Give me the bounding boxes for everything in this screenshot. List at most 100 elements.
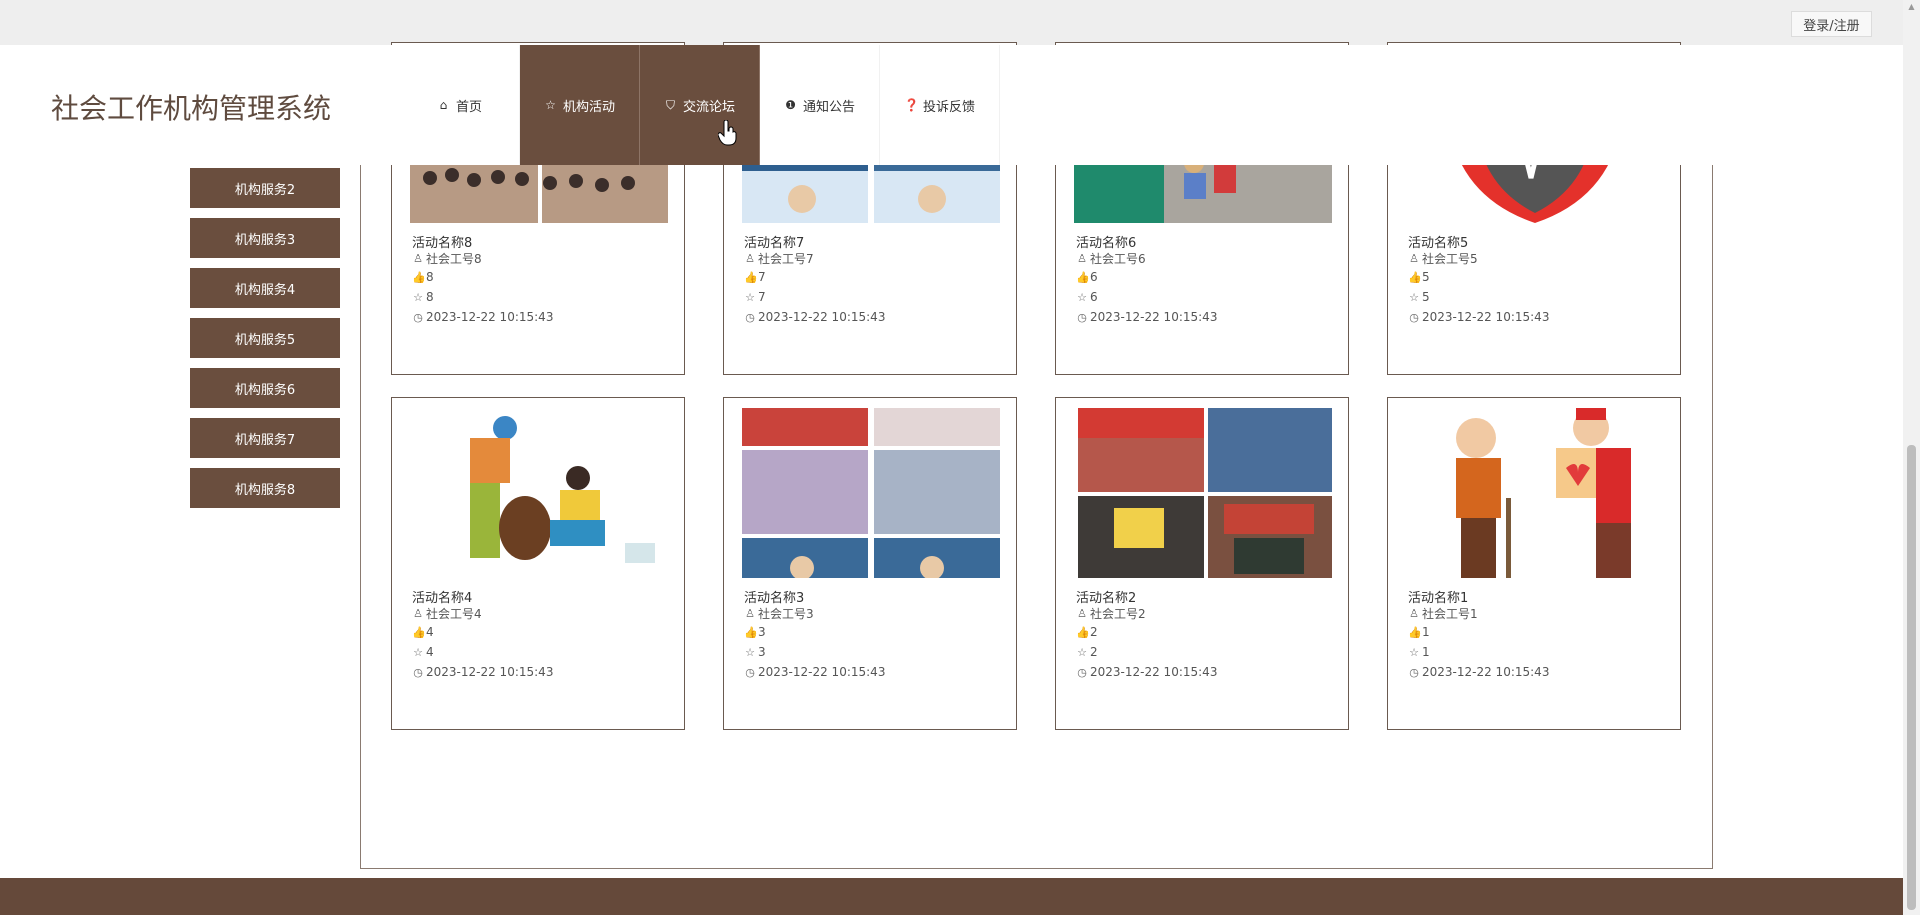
sidebar-item-service-3[interactable]: 机构服务3 [190, 218, 340, 258]
activity-name[interactable]: 活动名称3 [744, 587, 804, 606]
activity-favorites: ☆ 2 [1077, 645, 1098, 659]
thumbs-up-icon: 👍 [1076, 625, 1090, 639]
sidebar-item-service-7[interactable]: 机构服务7 [190, 418, 340, 458]
clock-icon: ◷ [413, 665, 423, 679]
main-nav: ⌂ 首页 ☆ 机构活动 ⛉ 交流论坛 ❶ 通知公告 ❓ 投诉反馈 [400, 45, 1000, 165]
clock-icon: ◷ [1077, 665, 1087, 679]
activity-time: ◷ 2023-12-22 10:15:43 [1409, 310, 1550, 324]
thumbs-up-icon: 👍 [744, 270, 758, 284]
user-icon: ♙ [1077, 607, 1087, 620]
user-icon: ♙ [413, 607, 423, 620]
scroll-up-arrow-icon[interactable]: ▲ [1907, 2, 1916, 12]
clock-icon: ◷ [745, 665, 755, 679]
activity-favorites: ☆ 3 [745, 645, 766, 659]
activity-name[interactable]: 活动名称2 [1076, 587, 1136, 606]
star-icon: ☆ [1077, 645, 1087, 659]
thumbs-up-icon: 👍 [412, 270, 426, 284]
activity-likes: 👍 2 [1076, 625, 1098, 639]
activity-time: ◷ 2023-12-22 10:15:43 [1077, 665, 1218, 679]
activity-likes: 👍 4 [412, 625, 434, 639]
page-scrollbar[interactable]: ▲ [1903, 0, 1920, 915]
user-icon: ♙ [1077, 252, 1087, 265]
clock-icon: ◷ [413, 310, 423, 324]
activity-favorites: ☆ 6 [1077, 290, 1098, 304]
user-icon: ♙ [745, 252, 755, 265]
activity-name[interactable]: 活动名称4 [412, 587, 472, 606]
activity-card[interactable]: 活动名称2 ♙ 社会工号2 👍 2 ☆ 2 ◷ 2023-12-22 10:15:43 [1055, 397, 1349, 730]
activity-panel: 活动名称8 ♙ 社会工号8 👍 8 ☆ 8 ◷ 2023-12-22 10:15:43 [360, 42, 1713, 869]
clock-icon: ◷ [1409, 665, 1419, 679]
activity-likes: 👍 6 [1076, 270, 1098, 284]
activity-name[interactable]: 活动名称7 [744, 232, 804, 251]
activity-card[interactable]: 活动名称1 ♙ 社会工号1 👍 1 ☆ 1 ◷ 2023-12-22 10:15:43 [1387, 397, 1681, 730]
thumbs-up-icon: 👍 [412, 625, 426, 639]
activity-time: ◷ 2023-12-22 10:15:43 [1077, 310, 1218, 324]
star-icon: ☆ [1409, 645, 1419, 659]
activity-favorites: ☆ 7 [745, 290, 766, 304]
thumbs-up-icon: 👍 [744, 625, 758, 639]
activity-image [1074, 408, 1332, 578]
nav-item-forum[interactable]: ⛉ 交流论坛 [640, 45, 760, 165]
site-header: 社会工作机构管理系统 ⌂ 首页 ☆ 机构活动 ⛉ 交流论坛 ❶ 通知公告 ❓ 投… [0, 45, 1903, 165]
sidebar-item-service-6[interactable]: 机构服务6 [190, 368, 340, 408]
star-icon: ☆ [545, 98, 556, 112]
activity-author: ♙ 社会工号1 [1409, 607, 1478, 621]
activity-time: ◷ 2023-12-22 10:15:43 [745, 665, 886, 679]
info-icon: ❶ [785, 98, 796, 112]
activity-author: ♙ 社会工号3 [745, 607, 814, 621]
clock-icon: ◷ [745, 310, 755, 324]
sidebar-item-service-8[interactable]: 机构服务8 [190, 468, 340, 508]
activity-author: ♙ 社会工号5 [1409, 252, 1478, 266]
activity-name[interactable]: 活动名称6 [1076, 232, 1136, 251]
activity-likes: 👍 5 [1408, 270, 1430, 284]
activity-name[interactable]: 活动名称5 [1408, 232, 1468, 251]
star-icon: ☆ [745, 645, 755, 659]
activity-favorites: ☆ 1 [1409, 645, 1430, 659]
thumbs-up-icon: 👍 [1076, 270, 1090, 284]
sidebar-item-service-2[interactable]: 机构服务2 [190, 168, 340, 208]
bag-icon: ⛉ [665, 97, 675, 112]
login-register-button[interactable]: 登录/注册 [1791, 11, 1872, 37]
activity-author: ♙ 社会工号2 [1077, 607, 1146, 621]
nav-item-activities[interactable]: ☆ 机构活动 [520, 45, 640, 165]
home-icon: ⌂ [439, 98, 448, 112]
thumbs-up-icon: 👍 [1408, 270, 1422, 284]
activity-favorites: ☆ 8 [413, 290, 434, 304]
activity-favorites: ☆ 5 [1409, 290, 1430, 304]
service-sidebar: 机构服务2 机构服务3 机构服务4 机构服务5 机构服务6 机构服务7 机构服务… [190, 168, 340, 518]
star-icon: ☆ [413, 645, 423, 659]
activity-image [1406, 408, 1664, 578]
sidebar-item-service-5[interactable]: 机构服务5 [190, 318, 340, 358]
activity-time: ◷ 2023-12-22 10:15:43 [413, 665, 554, 679]
user-icon: ♙ [1409, 607, 1419, 620]
activity-likes: 👍 7 [744, 270, 766, 284]
scrollbar-thumb[interactable] [1907, 445, 1916, 910]
activity-image [410, 408, 668, 578]
activity-likes: 👍 3 [744, 625, 766, 639]
activity-author: ♙ 社会工号6 [1077, 252, 1146, 266]
activity-time: ◷ 2023-12-22 10:15:43 [413, 310, 554, 324]
activity-author: ♙ 社会工号4 [413, 607, 482, 621]
activity-time: ◷ 2023-12-22 10:15:43 [745, 310, 886, 324]
activity-author: ♙ 社会工号8 [413, 252, 482, 266]
sidebar-item-service-4[interactable]: 机构服务4 [190, 268, 340, 308]
site-title: 社会工作机构管理系统 [51, 92, 332, 125]
nav-item-notices[interactable]: ❶ 通知公告 [760, 45, 880, 165]
nav-item-home[interactable]: ⌂ 首页 [400, 45, 520, 165]
question-icon: ❓ [903, 98, 919, 112]
top-bar: 登录/注册 [0, 0, 1903, 45]
star-icon: ☆ [1409, 290, 1419, 304]
clock-icon: ◷ [1409, 310, 1419, 324]
activity-card[interactable]: 活动名称4 ♙ 社会工号4 👍 4 ☆ 4 ◷ 2023-12-22 10:15:43 [391, 397, 685, 730]
activity-name[interactable]: 活动名称1 [1408, 587, 1468, 606]
activity-likes: 👍 8 [412, 270, 434, 284]
activity-name[interactable]: 活动名称8 [412, 232, 472, 251]
site-footer [0, 878, 1903, 915]
nav-item-feedback[interactable]: ❓ 投诉反馈 [880, 45, 1000, 165]
activity-favorites: ☆ 4 [413, 645, 434, 659]
star-icon: ☆ [745, 290, 755, 304]
thumbs-up-icon: 👍 [1408, 625, 1422, 639]
activity-card[interactable]: 活动名称3 ♙ 社会工号3 👍 3 ☆ 3 ◷ 2023-12-22 10:15:43 [723, 397, 1017, 730]
activity-time: ◷ 2023-12-22 10:15:43 [1409, 665, 1550, 679]
star-icon: ☆ [1077, 290, 1087, 304]
